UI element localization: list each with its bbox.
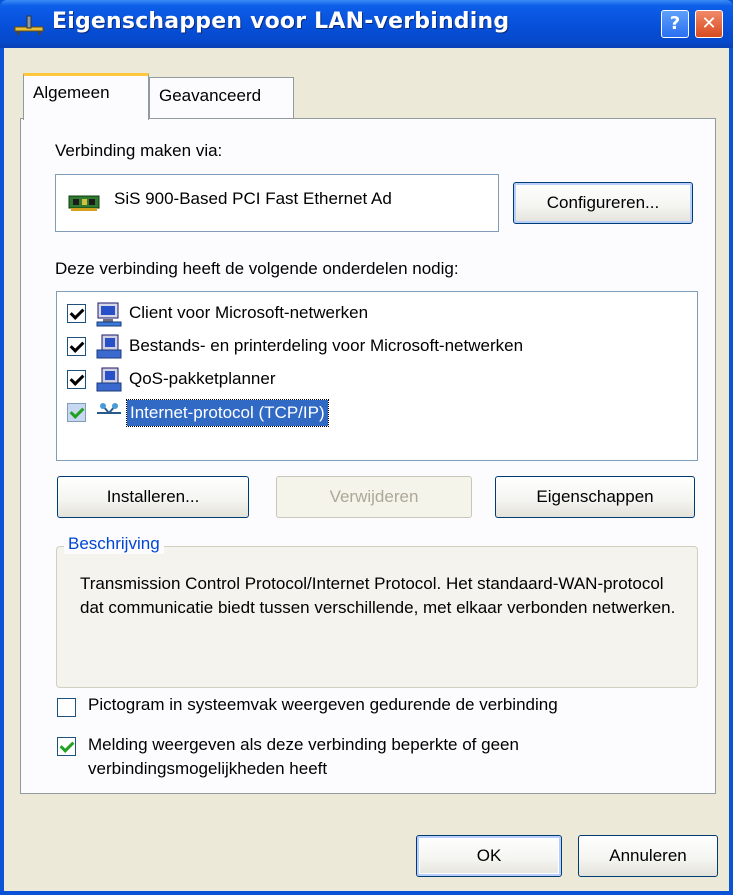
- tab-label: Geavanceerd: [159, 86, 262, 105]
- list-item[interactable]: Bestands- en printerdeling voor Microsof…: [67, 332, 687, 362]
- notify-checkbox[interactable]: [57, 737, 76, 756]
- remove-button-label: Verwijderen: [329, 487, 419, 506]
- adapter-name: SiS 900-Based PCI Fast Ethernet Ad: [114, 189, 392, 208]
- install-button[interactable]: Installeren...: [57, 476, 249, 518]
- component-label: Client voor Microsoft-netwerken: [129, 303, 369, 322]
- network-protocol-icon: [97, 403, 121, 414]
- list-item[interactable]: QoS-pakketplanner: [67, 365, 687, 395]
- network-service-icon: [96, 334, 122, 359]
- title-bar[interactable]: Eigenschappen voor LAN-verbinding ? ✕: [0, 0, 733, 48]
- components-list[interactable]: Client voor Microsoft-netwerken Bestands…: [56, 291, 698, 461]
- network-connection-icon: [14, 15, 44, 35]
- properties-button[interactable]: Eigenschappen: [495, 476, 695, 518]
- window-title: Eigenschappen voor LAN-verbinding: [52, 9, 510, 34]
- notify-label[interactable]: Melding weergeven als deze verbinding be…: [88, 733, 688, 781]
- description-text: Transmission Control Protocol/Internet P…: [80, 574, 676, 617]
- connect-via-label: Verbinding maken via:: [55, 141, 223, 160]
- network-client-icon: [96, 302, 122, 327]
- adapter-field: SiS 900-Based PCI Fast Ethernet Ad: [55, 174, 499, 232]
- components-label: Deze verbinding heeft de volgende onderd…: [55, 259, 459, 278]
- properties-button-label: Eigenschappen: [536, 487, 654, 506]
- configure-button-label: Configureren...: [546, 193, 660, 212]
- ok-button-label: OK: [476, 846, 502, 865]
- list-item-selected[interactable]: Internet-protocol (TCP/IP): [67, 398, 687, 428]
- tray-icon-label[interactable]: Pictogram in systeemvak weergeven gedure…: [88, 695, 558, 715]
- ok-button[interactable]: OK: [416, 835, 562, 877]
- component-checkbox[interactable]: [67, 403, 86, 422]
- component-checkbox[interactable]: [67, 337, 86, 356]
- component-label: QoS-pakketplanner: [129, 369, 276, 388]
- remove-button[interactable]: Verwijderen: [276, 476, 472, 518]
- tab-label: Algemeen: [33, 83, 110, 102]
- tab-algemeen[interactable]: Algemeen: [23, 73, 149, 120]
- close-button[interactable]: ✕: [695, 10, 723, 38]
- help-button[interactable]: ?: [661, 10, 689, 38]
- dialog-window: Eigenschappen voor LAN-verbinding ? ✕ Al…: [0, 0, 733, 895]
- cancel-button[interactable]: Annuleren: [578, 835, 718, 877]
- component-label: Bestands- en printerdeling voor Microsof…: [129, 336, 524, 355]
- tab-geavanceerd[interactable]: Geavanceerd: [149, 77, 294, 118]
- network-adapter-icon: [68, 195, 100, 211]
- component-label: Internet-protocol (TCP/IP): [126, 399, 329, 427]
- cancel-button-label: Annuleren: [609, 846, 687, 865]
- component-checkbox[interactable]: [67, 304, 86, 323]
- configure-button[interactable]: Configureren...: [513, 182, 693, 224]
- description-title: Beschrijving: [64, 534, 164, 554]
- network-service-icon: [96, 367, 122, 392]
- install-button-label: Installeren...: [106, 487, 200, 506]
- list-item[interactable]: Client voor Microsoft-netwerken: [67, 299, 687, 329]
- component-checkbox[interactable]: [67, 370, 86, 389]
- tray-icon-checkbox[interactable]: [57, 698, 76, 717]
